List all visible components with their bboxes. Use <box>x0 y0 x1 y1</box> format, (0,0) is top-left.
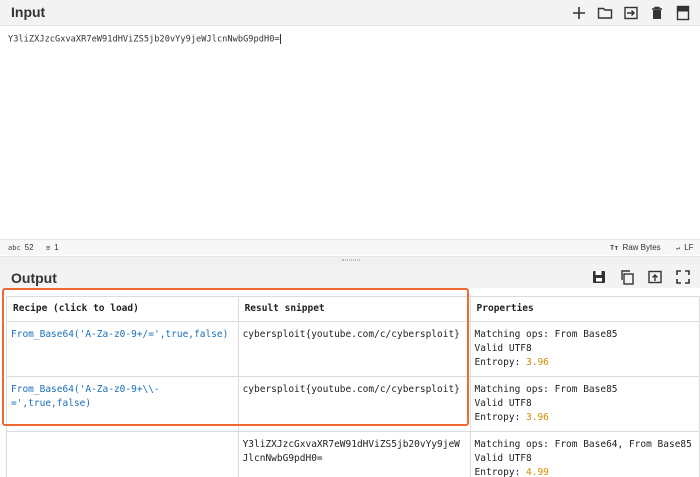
snippet-cell: cybersploit{youtube.com/c/cybersploit} <box>237 321 471 377</box>
table-row: From_Base64('A-Za-z0-9+\\- =',true,false)… <box>6 376 700 432</box>
text-caret <box>279 34 281 44</box>
lines-icon: ≡ <box>46 243 51 252</box>
recipe-link-line2[interactable]: =',true,false) <box>11 398 91 409</box>
snippet-line1: Y3liZXJzcGxvaXR7eW91dHViZS5jb20vYy9jeW <box>242 439 460 450</box>
header-properties: Properties <box>469 296 700 322</box>
input-toolbar <box>570 0 692 26</box>
entropy-line: Entropy: 4.99 <box>475 466 695 477</box>
entropy-value: 3.96 <box>526 357 549 368</box>
valid-utf8: Valid UTF8 <box>474 398 532 409</box>
return-arrow-icon: ↵ <box>676 243 681 252</box>
properties-cell: Matching ops: From Base85 Valid UTF8 Ent… <box>469 376 700 432</box>
copy-icon[interactable] <box>618 268 636 286</box>
entropy-value: 3.96 <box>526 412 549 423</box>
recipe-link[interactable]: From_Base64('A-Za-z0-9+\\- =',true,false) <box>11 384 160 409</box>
recipe-cell: From_Base64('A-Za-z0-9+/=',true,false) <box>6 321 239 377</box>
header-recipe: Recipe (click to load) <box>6 296 239 322</box>
properties-cell: Matching ops: From Base85 Valid UTF8 Ent… <box>469 321 700 377</box>
magic-results-table: Recipe (click to load) Result snippet Pr… <box>6 296 700 477</box>
lines-indicator: ≡ 1 <box>46 243 59 252</box>
output-title: Output <box>11 270 57 286</box>
matching-ops: Matching ops: From Base64, From Base85 <box>474 439 692 450</box>
output-toolbar <box>590 266 692 288</box>
input-title: Input <box>11 4 46 20</box>
splitter-grip[interactable] <box>342 259 360 261</box>
save-icon[interactable] <box>590 268 608 286</box>
length-value: 52 <box>24 243 34 252</box>
recipe-cell <box>6 431 239 477</box>
open-folder-icon[interactable] <box>596 4 614 22</box>
snippet-cell: Y3liZXJzcGxvaXR7eW91dHViZS5jb20vYy9jeW J… <box>237 431 471 477</box>
snippet-line2: JlcnNwbG9pdH0= <box>242 453 323 464</box>
entropy-label: Entropy: <box>474 357 527 368</box>
panel-splitter[interactable] <box>0 256 700 264</box>
input-textarea[interactable]: Y3liZXJzcGxvaXR7eW91dHViZS5jb20vYy9jeWJl… <box>0 27 700 239</box>
maximize-icon[interactable] <box>674 268 692 286</box>
import-icon[interactable] <box>622 4 640 22</box>
line-ending-label: LF <box>684 243 694 252</box>
text-format-icon: Tт <box>610 243 619 252</box>
matching-ops: Matching ops: From Base85 <box>474 329 618 340</box>
add-icon[interactable] <box>570 4 588 22</box>
raw-bytes-toggle[interactable]: Tт Raw Bytes <box>610 243 661 252</box>
properties-cell: Matching ops: From Base64, From Base85 V… <box>469 431 700 477</box>
line-ending-toggle[interactable]: ↵ LF <box>676 243 694 252</box>
entropy-value: 4.99 <box>526 467 549 477</box>
snippet-cell: cybersploit{youtube.com/c/cybersploit} <box>237 376 471 432</box>
length-icon: abc <box>8 243 21 252</box>
trash-icon[interactable] <box>648 4 666 22</box>
input-text: Y3liZXJzcGxvaXR7eW91dHViZS5jb20vYy9jeWJl… <box>8 34 280 45</box>
input-status-bar: abc 52 ≡ 1 Tт Raw Bytes ↵ LF <box>0 239 700 255</box>
raw-bytes-label: Raw Bytes <box>622 243 661 252</box>
recipe-link-line1[interactable]: From_Base64('A-Za-z0-9+\\- <box>11 384 160 395</box>
recipe-link[interactable]: From_Base64('A-Za-z0-9+/=',true,false) <box>11 329 228 340</box>
matching-ops: Matching ops: From Base85 <box>474 384 618 395</box>
table-header-row: Recipe (click to load) Result snippet Pr… <box>6 296 700 322</box>
input-panel-header: Input <box>0 0 700 26</box>
entropy-label: Entropy: <box>474 412 527 423</box>
entropy-line: Entropy: 3.96 <box>475 356 695 370</box>
entropy-label: Entropy: <box>474 467 527 477</box>
recipe-cell: From_Base64('A-Za-z0-9+\\- =',true,false) <box>6 376 239 432</box>
length-indicator: abc 52 <box>8 243 34 252</box>
entropy-line: Entropy: 3.96 <box>475 411 695 425</box>
replace-input-icon[interactable] <box>646 268 664 286</box>
valid-utf8: Valid UTF8 <box>474 453 532 464</box>
table-row: From_Base64('A-Za-z0-9+/=',true,false) c… <box>6 321 700 377</box>
table-row: Y3liZXJzcGxvaXR7eW91dHViZS5jb20vYy9jeW J… <box>6 431 700 477</box>
header-snippet: Result snippet <box>237 296 471 322</box>
layout-icon[interactable] <box>674 4 692 22</box>
valid-utf8: Valid UTF8 <box>474 343 532 354</box>
lines-value: 1 <box>54 243 59 252</box>
